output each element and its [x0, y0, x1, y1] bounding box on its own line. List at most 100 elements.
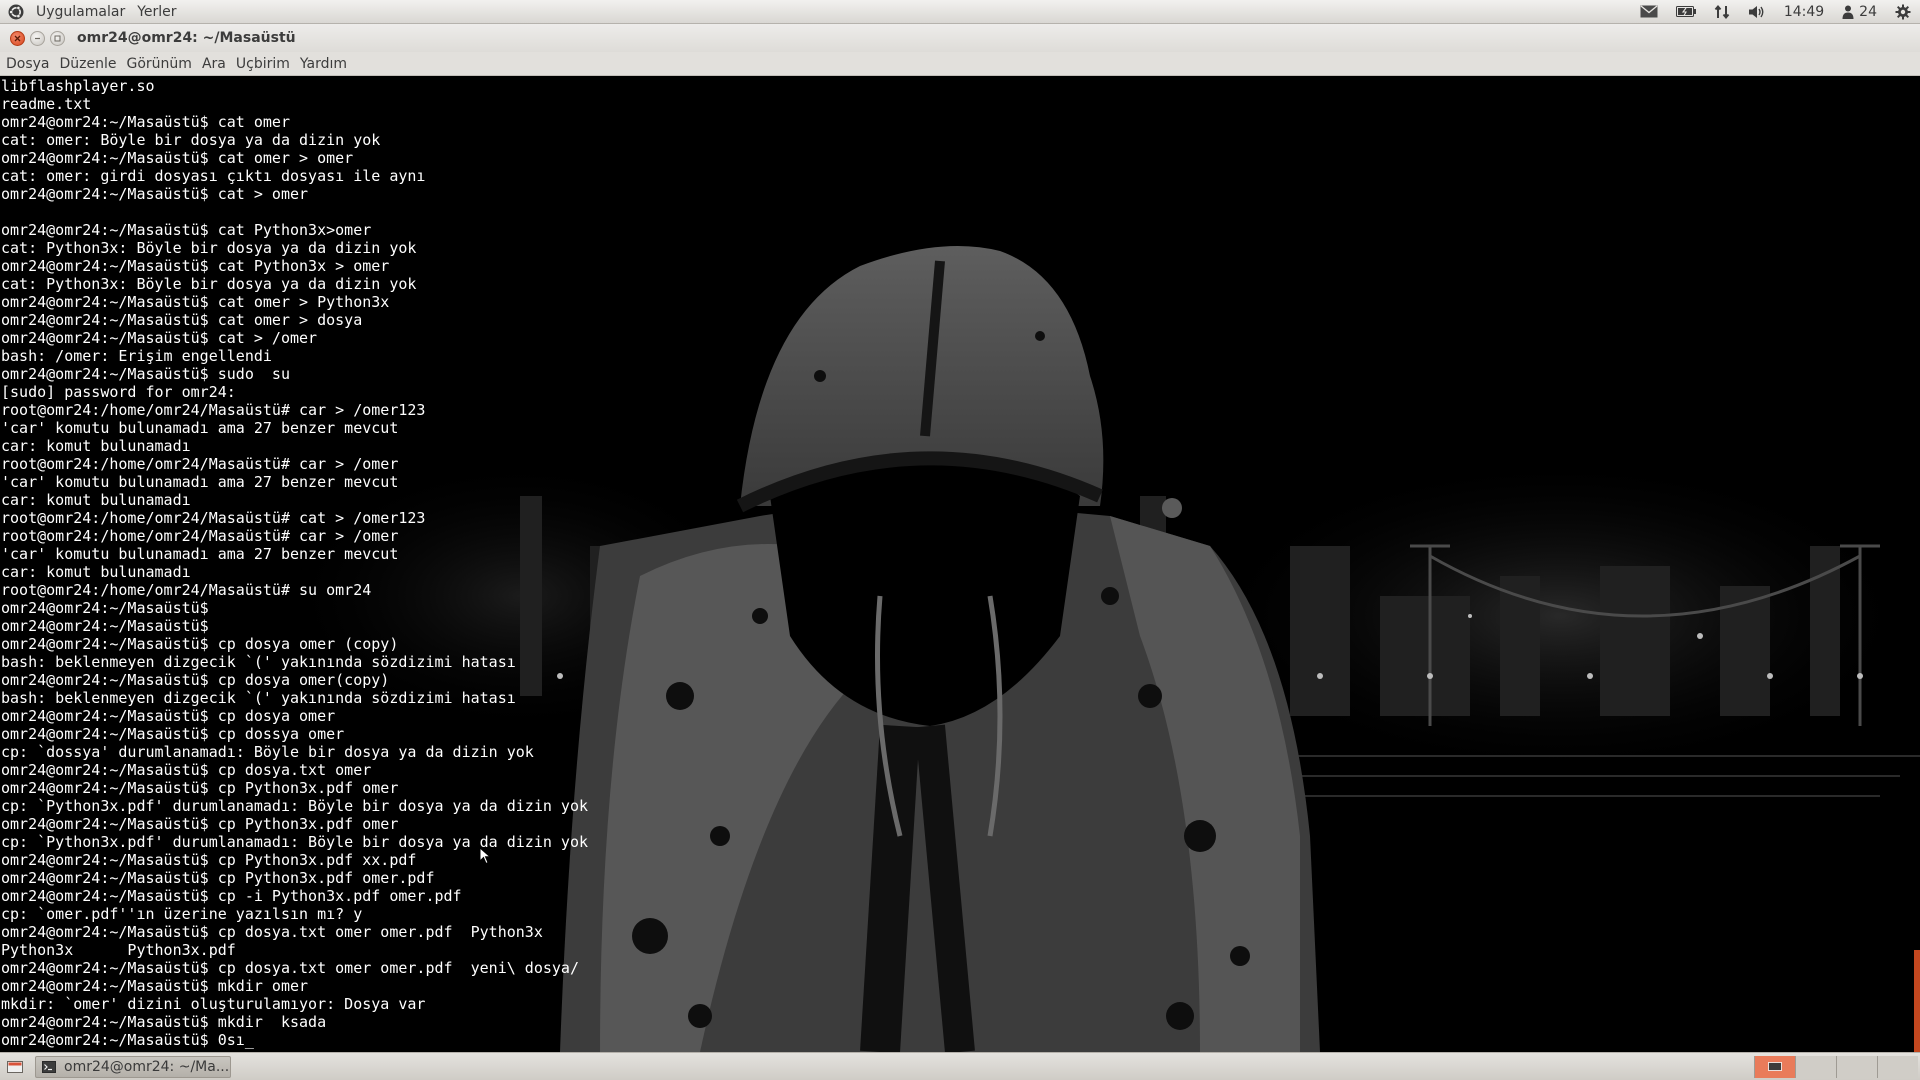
terminal-line-text: omr24@omr24:~/Masaüstü$ cat omer > Pytho…: [1, 293, 390, 311]
terminal-line-text: omr24@omr24:~/Masaüstü$ cp Python3x.pdf …: [1, 851, 417, 869]
terminal-line-text: omr24@omr24:~/Masaüstü$ cp Python3x.pdf …: [1, 779, 399, 797]
terminal-line: omr24@omr24:~/Masaüstü$ cat Python3x>ome…: [1, 221, 1920, 239]
taskbar-terminal-label: omr24@omr24: ~/Ma...: [64, 1058, 230, 1075]
menu-help[interactable]: Yardım: [295, 56, 352, 72]
terminal-line: root@omr24:/home/omr24/Masaüstü# cat > /…: [1, 509, 1920, 527]
terminal-line: root@omr24:/home/omr24/Masaüstü# car > /…: [1, 401, 1920, 419]
terminal-line-text: cat: omer: Böyle bir dosya ya da dizin y…: [1, 131, 381, 149]
terminal-output: libflashplayer.so readme.txt omr24@omr24:~…: [1, 77, 1920, 1049]
terminal-line: omr24@omr24:~/Masaüstü$ cat > /omer: [1, 329, 1920, 347]
terminal-line-text: car: komut bulunamadı: [1, 437, 191, 455]
terminal-line: root@omr24:/home/omr24/Masaüstü# su omr2…: [1, 581, 1920, 599]
workspace-switcher: [1754, 1055, 1918, 1078]
terminal-line-text: omr24@omr24:~/Masaüstü$ 0sı: [1, 1031, 245, 1049]
clock[interactable]: 14:49: [1775, 4, 1833, 20]
menu-search[interactable]: Ara: [197, 56, 231, 72]
terminal-line: omr24@omr24:~/Masaüstü$ mkdir omer: [1, 977, 1920, 995]
terminal-line: cp: `Python3x.pdf' durumlanamadı: Böyle …: [1, 797, 1920, 815]
terminal-line-text: root@omr24:/home/omr24/Masaüstü# car > /…: [1, 455, 399, 473]
window-title: omr24@omr24: ~/Masaüstü: [77, 30, 296, 46]
terminal-line-text: 'car' komutu bulunamadı ama 27 benzer me…: [1, 419, 399, 437]
menu-terminal[interactable]: Uçbirim: [231, 56, 295, 72]
user-count: 24: [1859, 3, 1877, 20]
terminal-line-text: bash: /omer: Erişim engellendi: [1, 347, 272, 365]
terminal-line: omr24@omr24:~/Masaüstü$ cat omer: [1, 113, 1920, 131]
menu-edit[interactable]: Düzenle: [55, 56, 122, 72]
show-desktop-icon[interactable]: [4, 1056, 26, 1078]
terminal-line-text: cp: `omer.pdf''ın üzerine yazılsın mı? y: [1, 905, 363, 923]
terminal-line-text: 'car' komutu bulunamadı ama 27 benzer me…: [1, 473, 399, 491]
terminal-line-text: omr24@omr24:~/Masaüstü$ cat > omer: [1, 185, 309, 203]
terminal-line-text: omr24@omr24:~/Masaüstü$ cp dosya.txt ome…: [1, 923, 543, 941]
terminal-line: cp: `omer.pdf''ın üzerine yazılsın mı? y: [1, 905, 1920, 923]
menu-file[interactable]: Dosya: [0, 56, 55, 72]
terminal-line-text: readme.txt: [1, 95, 92, 113]
terminal-line: 'car' komutu bulunamadı ama 27 benzer me…: [1, 545, 1920, 563]
terminal-line-text: omr24@omr24:~/Masaüstü$: [1, 599, 209, 617]
close-button[interactable]: [10, 30, 25, 46]
terminal-line-text: omr24@omr24:~/Masaüstü$ cp -i Python3x.p…: [1, 887, 462, 905]
indicator-area: 14:49 24: [1631, 0, 1920, 24]
workspace-3[interactable]: [1836, 1055, 1877, 1078]
terminal-line: omr24@omr24:~/Masaüstü$ cat > omer: [1, 185, 1920, 203]
battery-icon[interactable]: [1667, 0, 1705, 24]
terminal-line: cat: omer: Böyle bir dosya ya da dizin y…: [1, 131, 1920, 149]
terminal-line-text: root@omr24:/home/omr24/Masaüstü# su omr2…: [1, 581, 372, 599]
workspace-2[interactable]: [1795, 1055, 1836, 1078]
terminal-line-text: cp: `Python3x.pdf' durumlanamadı: Böyle …: [1, 833, 588, 851]
workspace-1[interactable]: [1754, 1055, 1795, 1078]
terminal-line-text: omr24@omr24:~/Masaüstü$ cp dosya omer (c…: [1, 635, 399, 653]
mail-icon[interactable]: [1631, 0, 1667, 24]
terminal-line-text: omr24@omr24:~/Masaüstü$ cat > /omer: [1, 329, 318, 347]
terminal-line-text: omr24@omr24:~/Masaüstü$ cp dosya.txt ome…: [1, 959, 579, 977]
terminal-line-text: omr24@omr24:~/Masaüstü$ cp dossya omer: [1, 725, 345, 743]
scrollbar-thumb[interactable]: [1914, 950, 1920, 1052]
maximize-button[interactable]: [50, 30, 65, 46]
terminal-line-text: omr24@omr24:~/Masaüstü$ cp dosya omer(co…: [1, 671, 390, 689]
terminal-line: omr24@omr24:~/Masaüstü$ cat omer > dosya: [1, 311, 1920, 329]
terminal-line: omr24@omr24:~/Masaüstü$ cp dossya omer: [1, 725, 1920, 743]
user-menu[interactable]: 24: [1833, 4, 1886, 20]
terminal-line: cp: `dossya' durumlanamadı: Böyle bir do…: [1, 743, 1920, 761]
user-icon: [1842, 5, 1854, 19]
terminal-line: omr24@omr24:~/Masaüstü$ mkdir ksada: [1, 1013, 1920, 1031]
terminal-line: cat: omer: girdi dosyası çıktı dosyası i…: [1, 167, 1920, 185]
terminal-area[interactable]: libflashplayer.so readme.txt omr24@omr24:~…: [0, 76, 1920, 1052]
minimize-icon: [35, 37, 40, 39]
terminal-line: omr24@omr24:~/Masaüstü$ cp Python3x.pdf …: [1, 779, 1920, 797]
gear-icon[interactable]: [1886, 0, 1920, 24]
menu-view[interactable]: Görünüm: [122, 56, 197, 72]
taskbar-terminal-button[interactable]: omr24@omr24: ~/Ma...: [35, 1055, 231, 1078]
mouse-pointer-icon: [479, 847, 491, 865]
terminal-line-text: omr24@omr24:~/Masaüstü$ cat omer > dosya: [1, 311, 363, 329]
terminal-line-text: bash: beklenmeyen dizgecik `(' yakınında…: [1, 653, 516, 671]
workspace-4[interactable]: [1877, 1055, 1918, 1078]
terminal-icon: [42, 1060, 56, 1073]
terminal-line: omr24@omr24:~/Masaüstü$: [1, 599, 1920, 617]
minimize-button[interactable]: [30, 30, 45, 46]
volume-icon[interactable]: [1739, 0, 1775, 24]
terminal-line-text: omr24@omr24:~/Masaüstü$ cp dosya.txt ome…: [1, 761, 372, 779]
terminal-line: car: komut bulunamadı: [1, 491, 1920, 509]
top-panel: Uygulamalar Yerler 14:49 24: [0, 0, 1920, 24]
network-icon[interactable]: [1705, 0, 1739, 24]
window-titlebar[interactable]: omr24@omr24: ~/Masaüstü: [0, 24, 1920, 52]
terminal-line-text: omr24@omr24:~/Masaüstü$ sudo su: [1, 365, 290, 383]
menu-places[interactable]: Yerler: [131, 4, 182, 20]
terminal-line-text: car: komut bulunamadı: [1, 563, 191, 581]
terminal-line: car: komut bulunamadı: [1, 437, 1920, 455]
menu-applications[interactable]: Uygulamalar: [30, 4, 131, 20]
terminal-line: Python3x Python3x.pdf: [1, 941, 1920, 959]
terminal-line-text: [sudo] password for omr24:: [1, 383, 236, 401]
terminal-line-text: cat: omer: girdi dosyası çıktı dosyası i…: [1, 167, 426, 185]
ubuntu-logo-icon[interactable]: [8, 4, 24, 20]
terminal-line-text: root@omr24:/home/omr24/Masaüstü# car > /…: [1, 401, 426, 419]
terminal-line: mkdir: `omer' dizini oluşturulamıyor: Do…: [1, 995, 1920, 1013]
terminal-line-text: 'car' komutu bulunamadı ama 27 benzer me…: [1, 545, 399, 563]
terminal-line: omr24@omr24:~/Masaüstü$ cp Python3x.pdf …: [1, 869, 1920, 887]
terminal-line: omr24@omr24:~/Masaüstü$ sudo su: [1, 365, 1920, 383]
terminal-line: omr24@omr24:~/Masaüstü$ cp Python3x.pdf …: [1, 851, 1920, 869]
terminal-line-text: libflashplayer.so: [1, 77, 155, 95]
terminal-line: omr24@omr24:~/Masaüstü$ cp dosya.txt ome…: [1, 959, 1920, 977]
